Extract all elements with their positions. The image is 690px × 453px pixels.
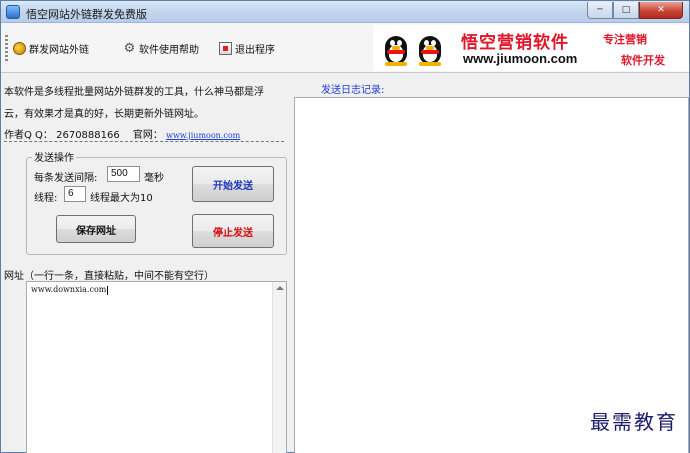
toolbar-help-label: 软件使用帮助 bbox=[139, 44, 199, 56]
url-list-content: www.downxia.com bbox=[31, 285, 109, 295]
gear-icon: ⚙ bbox=[123, 40, 136, 56]
toolbar-exit-label: 退出程序 bbox=[235, 44, 275, 56]
author-qq-value: 2670888166 bbox=[56, 130, 120, 141]
minimize-button[interactable]: ─ bbox=[587, 2, 613, 19]
divider bbox=[4, 141, 284, 142]
start-send-button[interactable]: 开始发送 bbox=[192, 166, 274, 202]
threads-hint: 线程最大为10 bbox=[90, 193, 153, 204]
send-log-area[interactable]: 最需教育 bbox=[294, 97, 689, 453]
author-info: 作者Q Q： 2670888166 官网： www.jiumoon.com bbox=[4, 126, 240, 141]
stop-send-button[interactable]: 停止发送 bbox=[192, 214, 274, 248]
main-window: 悟空网站外链群发免费版 ─ □ ✕ 群发网站外链 ⚙ 软件使用帮助 退出程序 悟… bbox=[0, 0, 690, 453]
penguin-logo-icon bbox=[383, 30, 409, 66]
window-controls: ─ □ ✕ bbox=[587, 2, 683, 20]
penguin-logo-icon bbox=[417, 30, 443, 66]
url-list-label: 网址（一行一条，直接粘贴，中间不能有空行） bbox=[4, 271, 214, 282]
author-qq-label: 作者Q Q： bbox=[4, 130, 53, 141]
save-urls-button[interactable]: 保存网址 bbox=[56, 215, 136, 243]
threads-input[interactable]: 6 bbox=[64, 186, 86, 202]
scroll-up-icon[interactable] bbox=[276, 286, 284, 290]
intro-line-2: 云，有效果才是真的好，长期更新外链网址。 bbox=[4, 109, 204, 120]
watermark-text: 最需教育 bbox=[590, 410, 678, 434]
toolbar-send-links-button[interactable]: 群发网站外链 bbox=[13, 40, 89, 56]
interval-input[interactable]: 500 bbox=[107, 166, 140, 182]
close-button[interactable]: ✕ bbox=[639, 2, 683, 19]
interval-label: 每条发送间隔: bbox=[34, 173, 98, 184]
send-operation-legend: 发送操作 bbox=[32, 149, 76, 164]
toolbar-help-button[interactable]: ⚙ 软件使用帮助 bbox=[123, 40, 199, 56]
maximize-button[interactable]: □ bbox=[613, 2, 639, 19]
site-label: 官网： bbox=[132, 130, 163, 141]
brand-banner: 悟空营销软件 www.jiumoon.com 专注营销 软件开发 bbox=[373, 25, 689, 71]
exit-icon bbox=[219, 41, 232, 55]
url-list-textarea[interactable]: www.downxia.com bbox=[26, 281, 287, 453]
send-log-label: 发送日志记录: bbox=[321, 85, 385, 96]
toolbar-send-links-label: 群发网站外链 bbox=[29, 44, 89, 56]
app-icon bbox=[6, 5, 20, 19]
toolbar-grip[interactable] bbox=[5, 35, 8, 61]
threads-label: 线程: bbox=[34, 193, 58, 204]
brand-tagline-2: 软件开发 bbox=[621, 54, 665, 67]
intro-line-1: 本软件是多线程批量网站外链群发的工具，什么神马都是浮 bbox=[4, 87, 264, 98]
brand-tagline-1: 专注营销 bbox=[603, 33, 647, 46]
toolbar-exit-button[interactable]: 退出程序 bbox=[219, 40, 275, 56]
interval-unit: 毫秒 bbox=[144, 173, 164, 184]
brand-url: www.jiumoon.com bbox=[463, 51, 578, 66]
url-list-scrollbar[interactable] bbox=[272, 282, 286, 453]
title-bar[interactable]: 悟空网站外链群发免费版 ─ □ ✕ bbox=[1, 1, 689, 23]
brand-name: 悟空营销软件 bbox=[461, 33, 569, 53]
send-icon bbox=[13, 41, 26, 55]
window-title: 悟空网站外链群发免费版 bbox=[26, 8, 147, 21]
site-link[interactable]: www.jiumoon.com bbox=[166, 131, 240, 140]
